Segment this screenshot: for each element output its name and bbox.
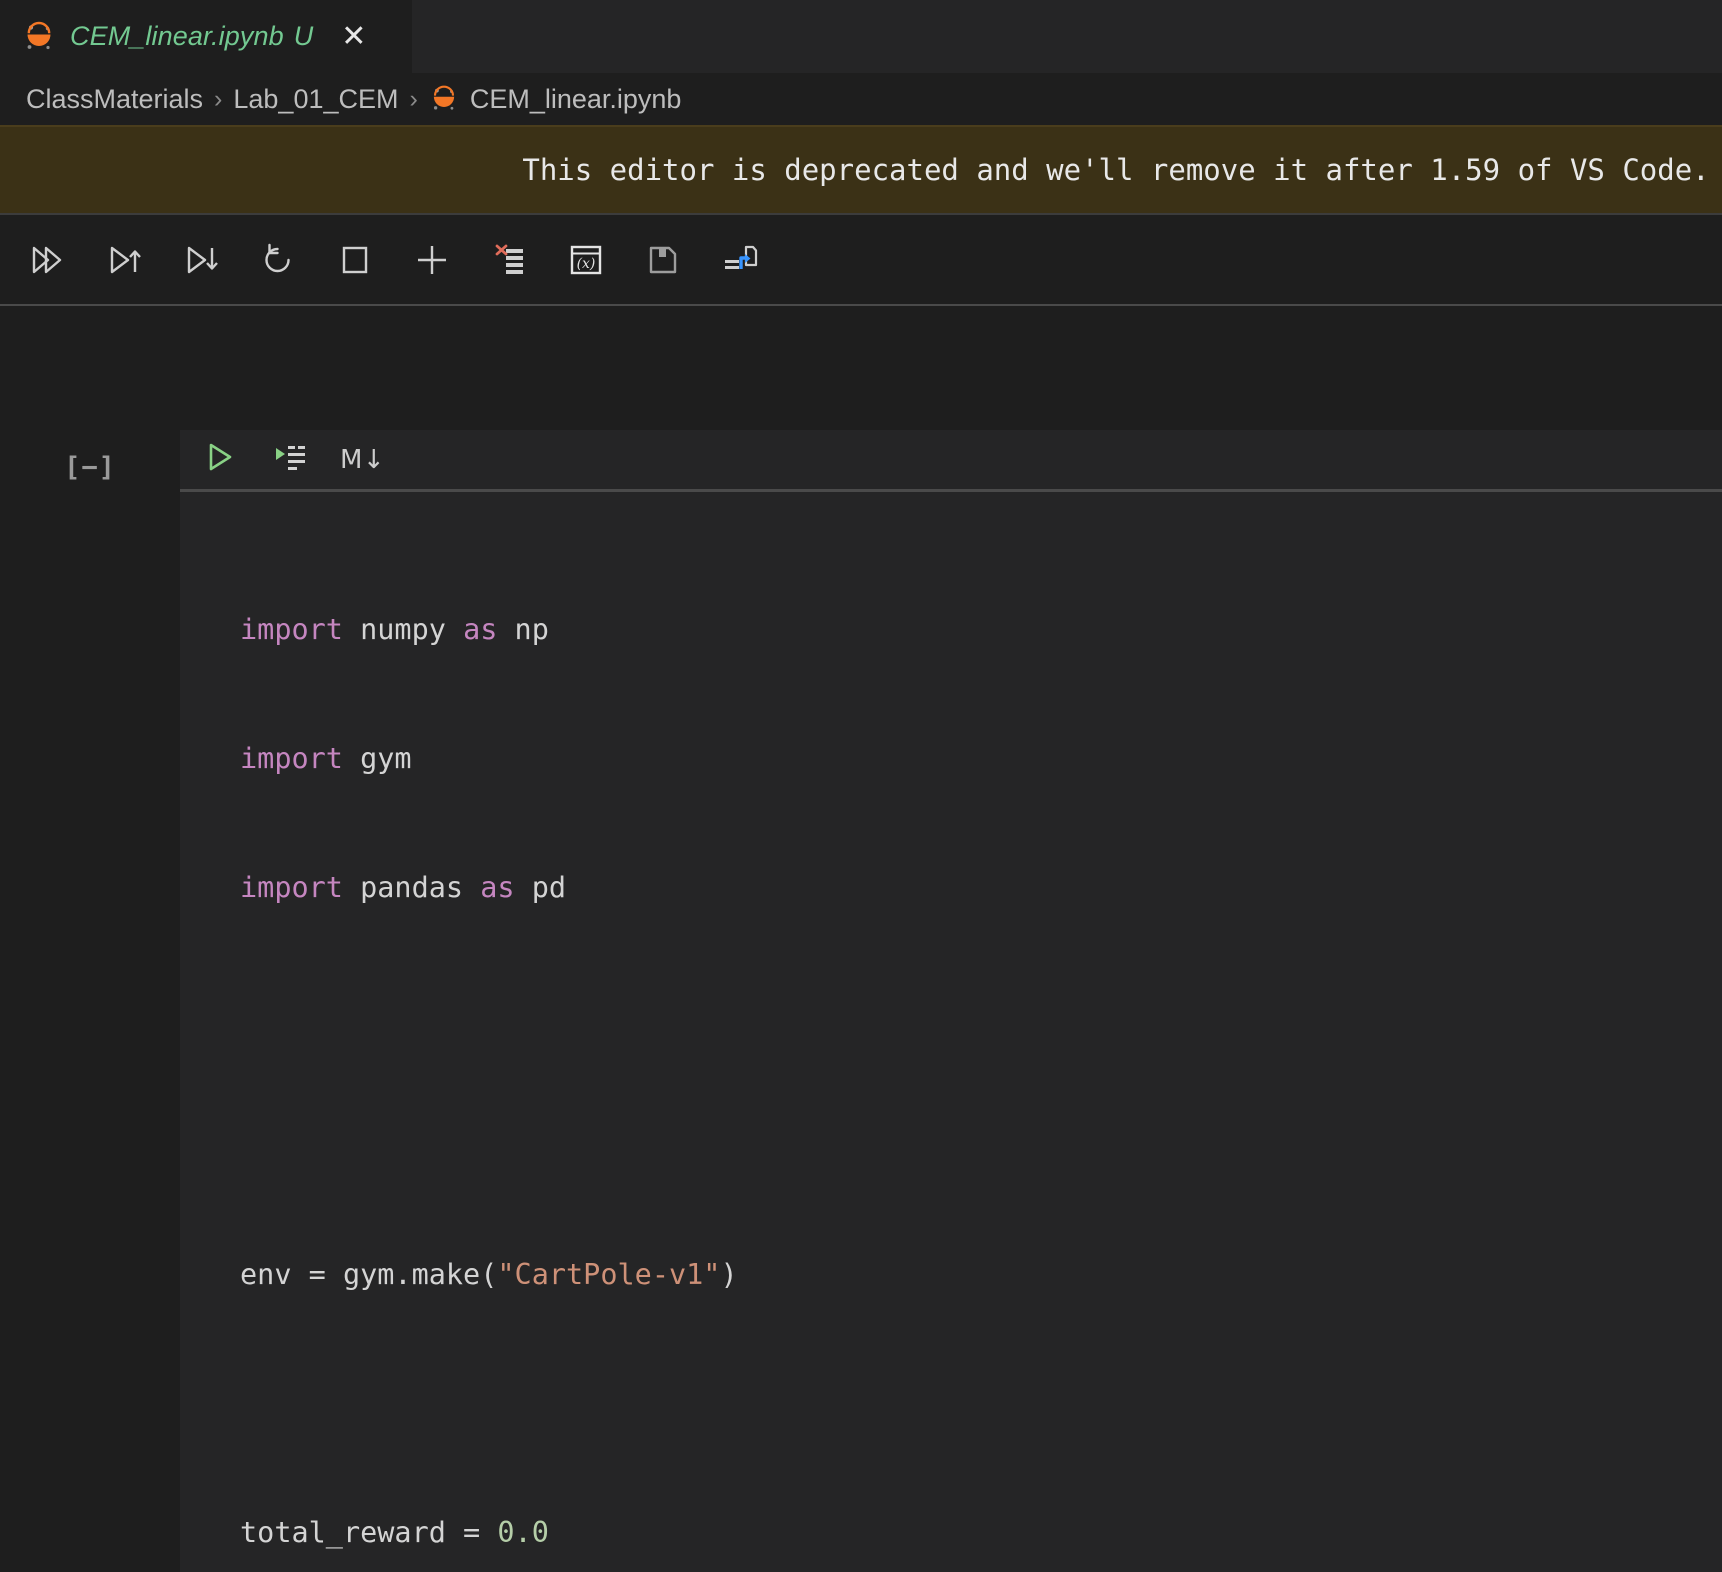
clear-outputs-button[interactable] xyxy=(470,221,547,298)
interrupt-kernel-button[interactable] xyxy=(316,221,393,298)
run-cell-button[interactable] xyxy=(194,434,246,486)
restart-icon xyxy=(257,239,299,281)
breadcrumb: ClassMaterials › Lab_01_CEM › CEM_linear… xyxy=(0,73,1722,125)
save-floppy-icon xyxy=(642,239,684,281)
code-line: import pandas as pd xyxy=(240,871,567,904)
notebook-toolbar: (x) xyxy=(0,213,1722,306)
editor-tab-bar: CEM_linear.ipynb U ✕ xyxy=(0,0,1722,73)
cell-1-toolbar: M↓ xyxy=(180,430,1722,492)
run-all-cells-button[interactable] xyxy=(8,221,85,298)
breadcrumb-item-lab01cem[interactable]: Lab_01_CEM xyxy=(233,84,398,115)
cell-1-content: M↓ import numpy as np import gym import … xyxy=(180,430,1722,1572)
stop-square-icon xyxy=(334,239,376,281)
editor-tab-label: CEM_linear.ipynb xyxy=(70,21,284,51)
export-icon xyxy=(719,239,761,281)
notebook-body: How to train an AI to balance the cart p… xyxy=(0,306,1722,1572)
cell-language-indicator[interactable]: M↓ xyxy=(340,445,385,475)
execution-count-1: [−] xyxy=(64,452,116,483)
save-button[interactable] xyxy=(624,221,701,298)
variables-icon: (x) xyxy=(565,239,607,281)
close-icon[interactable]: ✕ xyxy=(341,21,366,52)
run-above-icon xyxy=(103,239,145,281)
export-button[interactable] xyxy=(701,221,778,298)
run-all-icon xyxy=(26,239,68,281)
deprecation-banner-text: This editor is deprecated and we'll remo… xyxy=(522,153,1710,187)
jupyter-icon xyxy=(429,84,459,114)
clear-outputs-icon xyxy=(488,239,530,281)
cell-1-source[interactable]: import numpy as np import gym import pan… xyxy=(180,492,1722,1572)
play-icon xyxy=(203,440,237,479)
run-advance-icon xyxy=(273,440,307,479)
breadcrumb-item-classmaterials[interactable]: ClassMaterials xyxy=(26,84,203,115)
deprecation-banner: This editor is deprecated and we'll remo… xyxy=(0,125,1722,213)
run-cells-below-button[interactable] xyxy=(162,221,239,298)
code-line: total_reward = 0.0 xyxy=(240,1516,549,1549)
markdown-cell-intro[interactable]: How to train an AI to balance the cart p… xyxy=(0,306,1722,459)
svg-text:(x): (x) xyxy=(576,256,595,272)
plus-icon xyxy=(411,239,453,281)
add-cell-button[interactable] xyxy=(393,221,470,298)
breadcrumb-separator: › xyxy=(214,84,223,113)
jupyter-icon xyxy=(22,20,56,54)
code-line: env = gym.make("CartPole-v1") xyxy=(240,1258,738,1291)
run-cells-above-button[interactable] xyxy=(85,221,162,298)
code-line: import gym xyxy=(240,742,412,775)
unsaved-badge: U xyxy=(293,21,314,51)
code-line: import numpy as np xyxy=(240,613,549,646)
restart-kernel-button[interactable] xyxy=(239,221,316,298)
variables-button[interactable]: (x) xyxy=(547,221,624,298)
breadcrumb-item-cem-linear[interactable]: CEM_linear.ipynb xyxy=(470,84,682,115)
notebook-cell-1[interactable]: [−] M↓ import numpy as np import gym imp… xyxy=(0,430,1722,1572)
editor-tab-cem-linear[interactable]: CEM_linear.ipynb U ✕ xyxy=(0,0,412,73)
breadcrumb-separator: › xyxy=(409,84,418,113)
run-cell-and-advance-button[interactable] xyxy=(264,434,316,486)
run-below-icon xyxy=(180,239,222,281)
